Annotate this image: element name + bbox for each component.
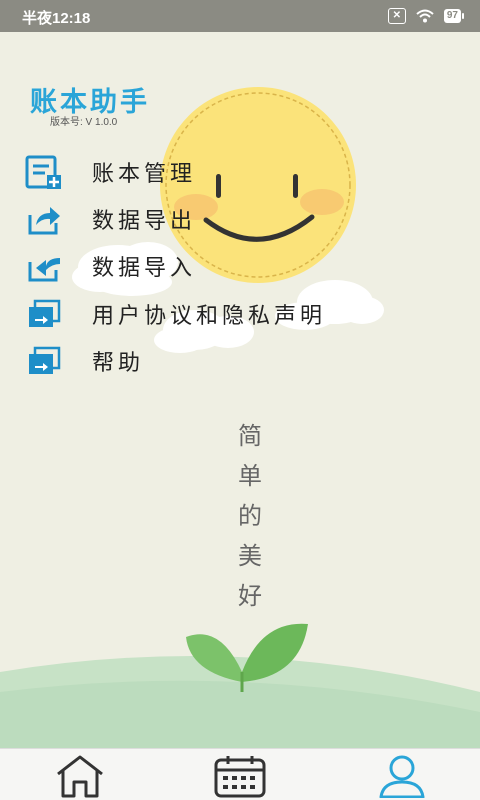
menu-item-data-import[interactable]: 数据导入 xyxy=(24,244,196,288)
battery-level: 97 xyxy=(443,9,461,23)
menu-item-label: 用户协议和隐私声明 xyxy=(92,304,327,329)
bottom-tab-bar xyxy=(0,748,480,800)
menu-item-help[interactable]: 帮助 xyxy=(24,339,144,383)
app-screen: 账本助手 版本号: V 1.0.0 账本管理 数据导出 数据导入 用户协议和隐私… xyxy=(0,32,480,800)
slogan-text: 简 单 的 美 好 xyxy=(238,422,262,610)
tab-home[interactable] xyxy=(52,753,108,799)
home-icon xyxy=(57,755,103,798)
menu-item-data-export[interactable]: 数据导出 xyxy=(24,197,196,241)
document-share-icon xyxy=(24,296,64,332)
menu-item-label: 账本管理 xyxy=(92,162,197,187)
menu-item-ledger-management[interactable]: 账本管理 xyxy=(24,150,196,194)
menu-item-user-agreement[interactable]: 用户协议和隐私声明 xyxy=(24,292,326,336)
version-label: 版本号: V 1.0.0 xyxy=(50,117,118,128)
wifi-icon xyxy=(416,9,434,23)
no-sim-icon: ✕ xyxy=(387,8,406,24)
import-arrow-icon xyxy=(24,248,64,284)
menu-item-label: 数据导出 xyxy=(92,209,197,234)
status-time: 半夜12:18 xyxy=(22,10,91,27)
export-arrow-icon xyxy=(24,201,64,237)
status-bar: 半夜12:18 ✕ 97 xyxy=(0,0,480,32)
menu-item-label: 数据导入 xyxy=(92,256,197,281)
user-icon xyxy=(379,755,425,798)
battery-icon: 97 xyxy=(443,9,464,23)
ledger-add-icon xyxy=(24,154,64,190)
help-document-icon xyxy=(24,343,64,379)
menu-item-label: 帮助 xyxy=(92,351,145,376)
tab-calendar[interactable] xyxy=(212,753,268,799)
tab-profile[interactable] xyxy=(374,753,430,799)
calendar-icon xyxy=(214,756,266,798)
